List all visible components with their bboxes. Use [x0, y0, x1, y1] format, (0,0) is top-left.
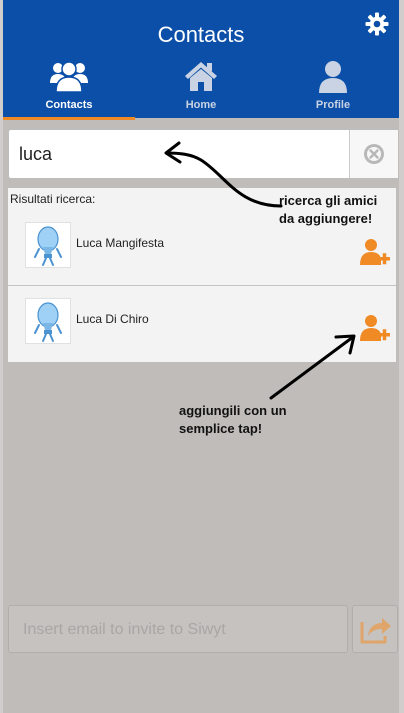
search-annotation-line1: ricerca gli amici [279, 193, 378, 208]
invite-send-button[interactable] [352, 605, 398, 653]
share-icon [360, 618, 391, 644]
search-annotation: ricerca gli amici da aggiungere! [279, 192, 377, 228]
add-annotation-line2: semplice tap! [179, 421, 263, 436]
invite-box [8, 605, 348, 653]
search-annotation-line2: da aggiungere! [279, 211, 373, 226]
add-annotation-line1: aggiungili con un [179, 403, 287, 418]
invite-email-input[interactable] [21, 616, 343, 644]
add-annotation: aggiungili con un semplice tap! [179, 402, 287, 438]
app-frame: Contacts Contacts Home Profile luca Risu… [3, 0, 399, 713]
